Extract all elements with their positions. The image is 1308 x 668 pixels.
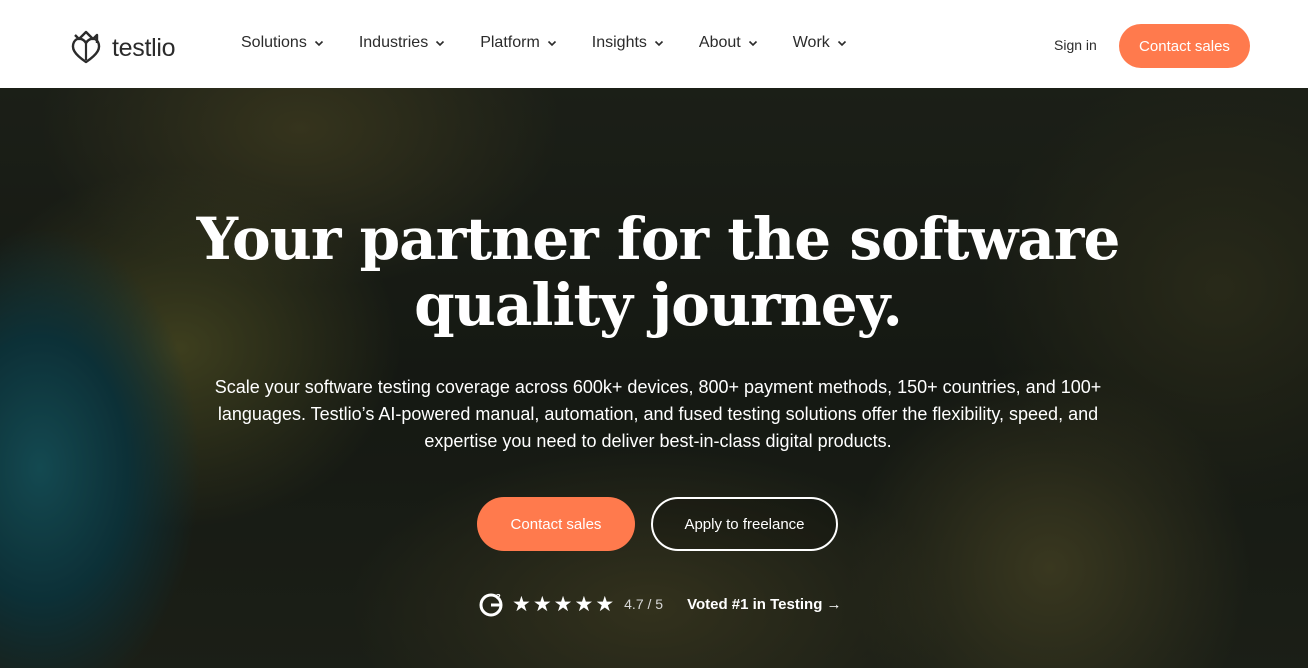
voted-number-one-link[interactable]: Voted #1 in Testing → — [687, 596, 841, 613]
star-icon: ★ — [532, 592, 552, 616]
nav-item-platform[interactable]: Platform — [480, 34, 557, 52]
chevron-down-icon — [837, 40, 846, 47]
nav-item-insights[interactable]: Insights — [592, 34, 664, 52]
chevron-down-icon — [436, 40, 445, 47]
rating-stars: ★ ★ ★ ★ ★ — [512, 592, 614, 616]
star-icon: ★ — [512, 592, 531, 616]
apply-to-freelance-button[interactable]: Apply to freelance — [651, 497, 838, 551]
chevron-down-icon — [314, 40, 323, 47]
nav-item-label: Solutions — [241, 34, 307, 51]
svg-text:2: 2 — [496, 593, 501, 601]
chevron-down-icon — [654, 40, 663, 47]
nav-item-label: Industries — [358, 34, 429, 51]
nav-item-work[interactable]: Work — [793, 34, 847, 52]
header-contact-sales-button[interactable]: Contact sales — [1119, 24, 1250, 68]
g2-rating: 2 ★ ★ ★ ★ ★ 4.7 / 5 Voted #1 in Testing … — [478, 591, 842, 617]
nav-item-label: About — [698, 34, 741, 51]
nav-item-about[interactable]: About — [699, 34, 758, 52]
sign-in-link[interactable]: Sign in — [1054, 37, 1097, 53]
nav-item-label: Platform — [480, 34, 540, 51]
chevron-down-icon — [547, 40, 556, 47]
star-icon: ★ — [595, 592, 615, 616]
g2-logo-icon: 2 — [479, 593, 503, 617]
headline-line-1: Your partner for the software — [196, 205, 1121, 273]
star-icon: ★ — [553, 592, 573, 616]
site-header: testlio Solutions Industries Platform In… — [0, 0, 1308, 88]
hero-headline: Your partner for the software quality jo… — [150, 206, 1166, 338]
testlio-logo[interactable]: testlio — [66, 26, 176, 71]
main-nav: Solutions Industries Platform Insights A… — [241, 34, 847, 52]
nav-item-label: Work — [792, 34, 830, 51]
nav-item-industries[interactable]: Industries — [359, 34, 445, 52]
rating-score: 4.7 / 5 — [624, 596, 664, 612]
testlio-crown-heart-icon — [66, 26, 106, 71]
hero-subtext: Scale your software testing coverage acr… — [214, 377, 1102, 451]
star-icon: ★ — [574, 592, 594, 616]
headline-line-2: quality journey. — [414, 271, 903, 339]
logo-text: testlio — [112, 34, 176, 62]
nav-item-solutions[interactable]: Solutions — [241, 34, 324, 52]
chevron-down-icon — [748, 40, 757, 47]
nav-item-label: Insights — [591, 34, 647, 51]
hero-section: Your partner for the software quality jo… — [0, 88, 1308, 668]
contact-sales-button[interactable]: Contact sales — [477, 497, 635, 551]
